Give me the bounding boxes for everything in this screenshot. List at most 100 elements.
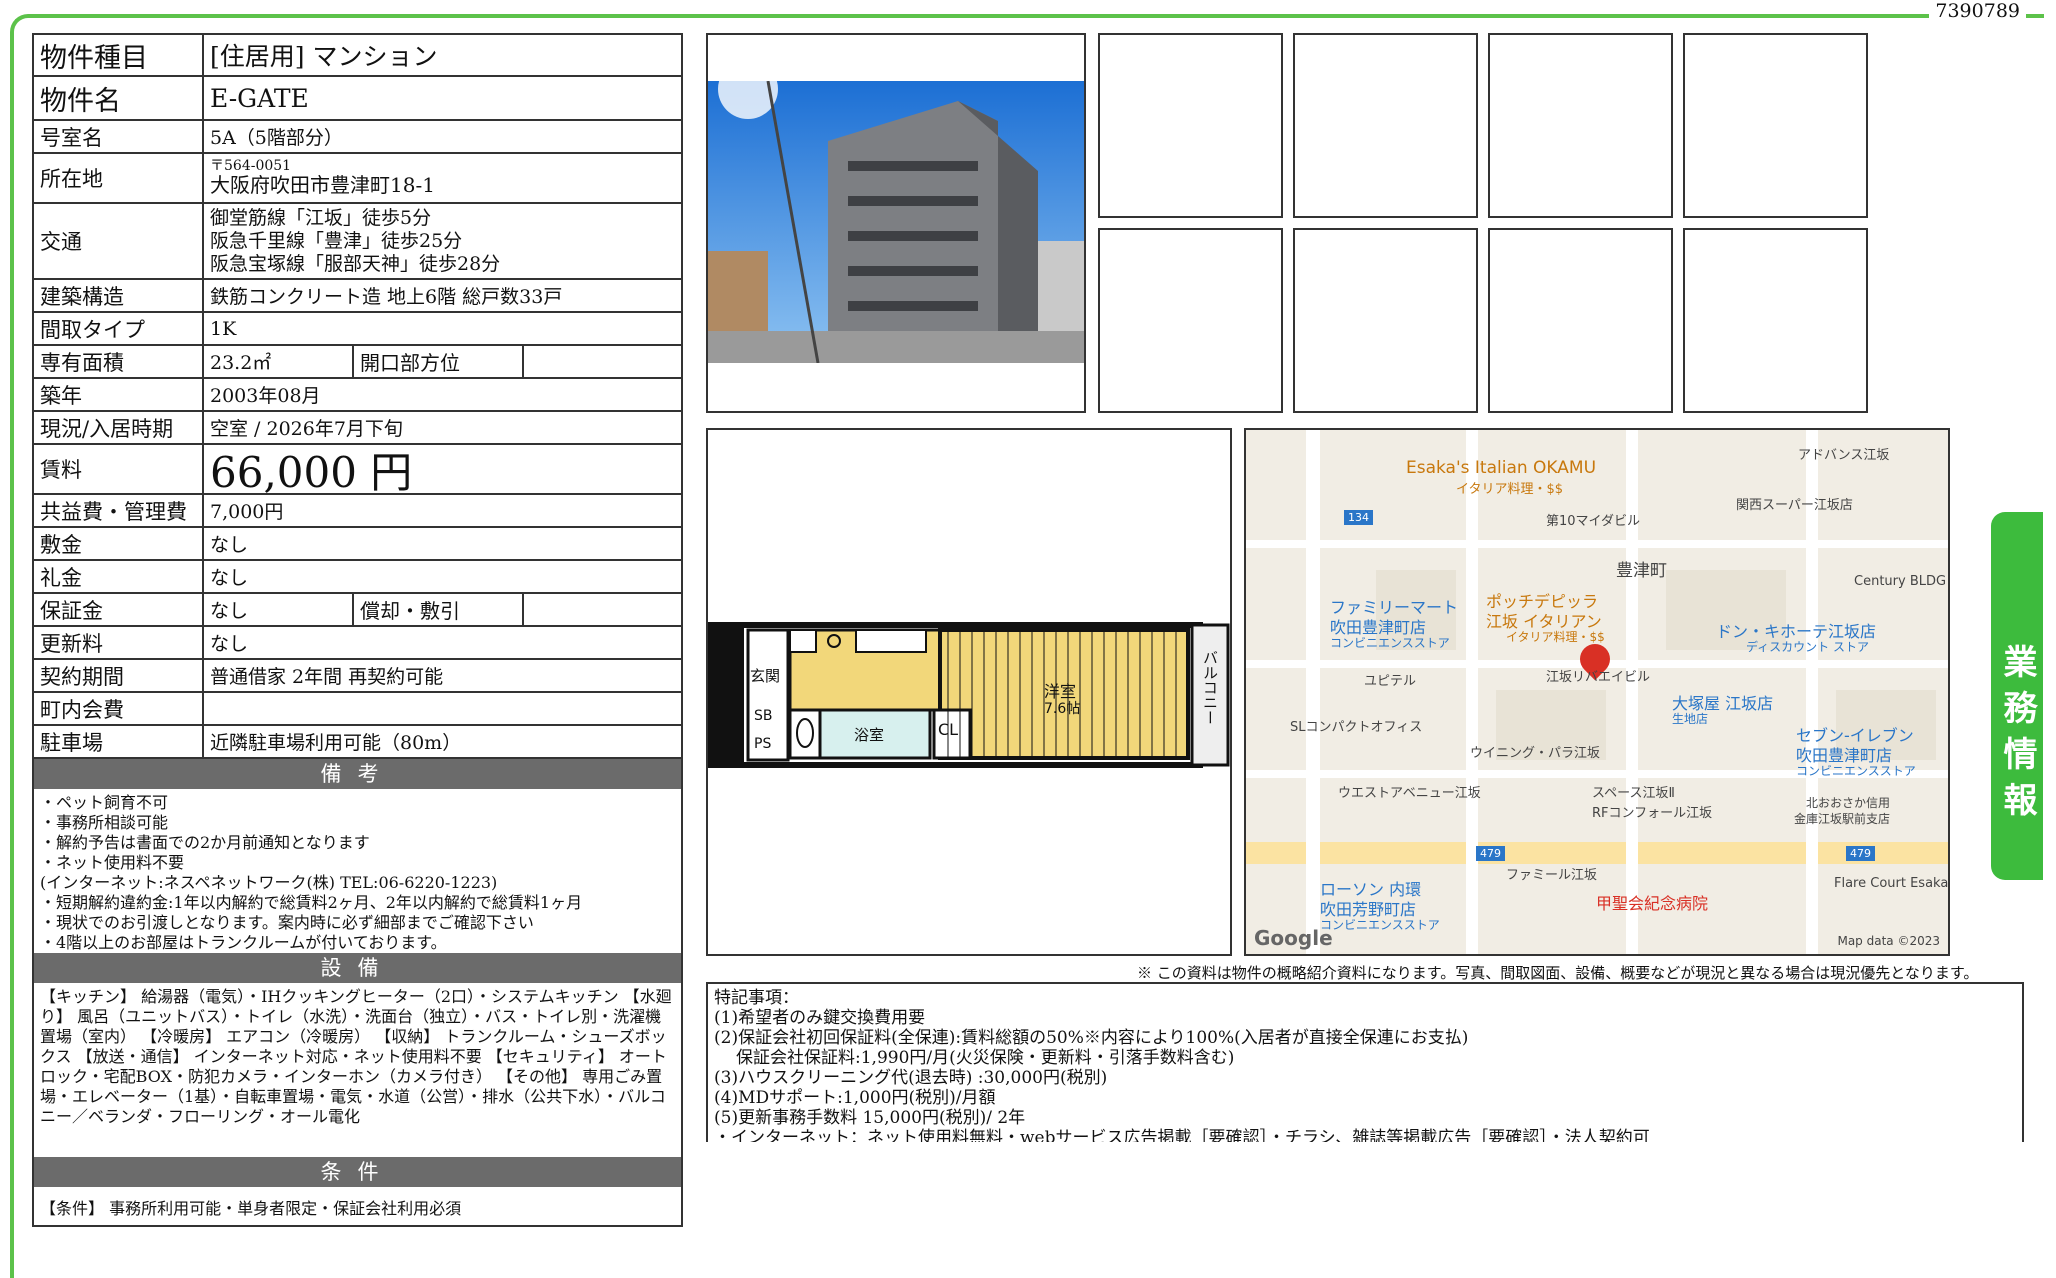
row-parking: 駐車場 近隣駐車場利用可能（80m） [34,726,681,759]
row-property-type: 物件種目 [住居用] マンション [34,35,681,77]
map-label: ウエストアベニュー江坂 [1338,786,1481,801]
map-label: ディスカウント ストア [1746,640,1869,654]
value: 2003年08月 [210,385,321,407]
equipment-heading: 設備 [34,953,681,983]
property-info-table: 物件種目 [住居用] マンション 物件名 E-GATE 号室名 5A（5階部分）… [32,33,683,1227]
remarks-heading: 備考 [34,759,681,789]
label: 建築構造 [34,280,204,311]
row-renewal: 更新料 なし [34,627,681,660]
map-label: コンビニエンスストア [1796,764,1916,778]
row-structure: 建築構造 鉄筋コンクリート造 地上6階 総戸数33戸 [34,280,681,313]
road-number: 479 [1476,846,1505,861]
page-id: 7390789 [1929,0,2026,22]
special-notes: 特記事項： (1)希望者のみ鍵交換費用要 (2)保証会社初回保証料(全保連):賃… [706,982,2024,1142]
map-label: 金庫江坂駅前支店 [1794,812,1891,826]
label: 契約期間 [34,660,204,691]
access-line: 阪急宝塚線「服部天神」徒歩28分 [210,252,501,275]
conditions-body: 【条件】 事務所利用可能・単身者限定・保証会社利用必須 [40,1199,462,1218]
photo-thumbnail[interactable] [1098,228,1283,413]
road-number: 479 [1846,846,1875,861]
map-label: SLコンパクトオフィス [1290,720,1423,735]
room-label-balcony: バルコニー [1201,650,1219,725]
label: 所在地 [34,154,204,202]
postal-code: 〒564-0051 [210,158,292,174]
map-label: 甲聖会紀念病院 [1596,894,1709,913]
conditions-heading: 条件 [34,1157,681,1187]
map-label: 江坂リバエイビル [1546,670,1651,685]
photo-thumbnail[interactable] [1683,33,1868,218]
remark-line: ・4階以上のお部屋はトランクルームが付いております。 [40,933,447,952]
label: 現況/入居時期 [34,412,204,443]
map-label: 北おおさか信用 [1806,796,1891,810]
value: なし [210,567,249,589]
value: E-GATE [210,83,309,113]
area-map[interactable]: Esaka's Italian OKAMU イタリア料理・$$ アドバンス江坂 … [1244,428,1950,956]
photo-thumbnail[interactable] [1293,228,1478,413]
orientation-value [524,346,681,377]
remarks-body: ・ペット飼育不可 ・事務所相談可能 ・解約予告は書面での2か月前通知となります … [34,789,681,953]
photo-thumbnail[interactable] [1683,228,1868,413]
room-label-bath: 浴室 [854,726,885,744]
amortization-value [524,594,681,625]
row-address: 所在地 〒564-0051 大阪府吹田市豊津町18-1 [34,154,681,204]
side-tab-business-info[interactable]: 業務情報 [1991,512,2043,880]
map-label: コンビニエンスストア [1330,636,1450,650]
value: なし [210,534,249,556]
photo-thumbnail[interactable] [1098,33,1283,218]
notes-line: (1)希望者のみ鍵交換費用要 [714,1008,926,1028]
label: 物件名 [34,77,204,119]
map-label: コンビニエンスストア [1320,918,1440,932]
remark-line: ・短期解約違約金:1年以内解約で総賃料2ヶ月、2年以内解約で総賃料1ヶ月 [40,893,583,912]
orientation-label: 開口部方位 [354,346,524,377]
remark-line: ・解約予告は書面での2か月前通知となります [40,833,370,852]
value: 近隣駐車場利用可能（80m） [210,732,462,754]
label: 共益費・管理費 [34,495,204,526]
label: 賃料 [34,445,204,493]
access-line: 御堂筋線「江坂」徒歩5分 [210,206,432,229]
room-label-western-size: 7.6帖 [1044,701,1081,717]
map-label: 関西スーパー江坂店 [1736,498,1853,513]
map-label: 第10マイダビル [1546,514,1641,529]
building-photo-frame [706,33,1086,413]
map-label: 生地店 [1672,712,1709,726]
label: 号室名 [34,121,204,152]
value: 普通借家 2年間 再契約可能 [210,666,444,688]
photo-thumbnail[interactable] [1488,33,1673,218]
rent-value: 66,000 円 [210,447,413,497]
row-deposit: 敷金 なし [34,528,681,561]
map-label: Esaka's Italian OKAMU [1406,458,1597,478]
map-attribution: Map data ©2023 [1837,934,1940,948]
map-label: アドバンス江坂 [1798,448,1890,463]
row-town-fee: 町内会費 [34,693,681,726]
row-key-money: 礼金 なし [34,561,681,594]
row-layout: 間取タイプ 1K [34,313,681,346]
notes-line: (2)保証会社初回保証料(全保連):賃料総額の50%※内容により100%(入居者… [714,1028,1469,1048]
room-label-ps: PS [754,736,772,752]
label: 築年 [34,379,204,410]
notes-line: 保証会社保証料:1,990円/月(火災保険・更新料・引落手数料含む) [736,1048,1235,1068]
photo-thumbnail[interactable] [1488,228,1673,413]
room-label-closet: CL [938,720,959,739]
row-room-no: 号室名 5A（5階部分） [34,121,681,154]
google-logo: Google [1254,926,1333,950]
room-label-sb: SB [754,708,773,724]
label: 更新料 [34,627,204,658]
label: 敷金 [34,528,204,559]
remark-line: ・現状でのお引渡しとなります。案内時に必ず細部までご確認下さい [40,913,534,932]
notes-line: 特記事項： [714,988,799,1008]
area-value: 23.2㎡ [204,346,354,377]
photo-thumbnail[interactable] [1293,33,1478,218]
row-contract: 契約期間 普通借家 2年間 再契約可能 [34,660,681,693]
row-rent: 賃料 66,000 円 [34,445,681,497]
value: 7,000円 [210,501,284,523]
label: 物件種目 [34,35,204,75]
value: 1K [210,317,237,340]
row-access: 交通 御堂筋線「江坂」徒歩5分 阪急千里線「豊津」徒歩25分 阪急宝塚線「服部天… [34,204,681,280]
value: 鉄筋コンクリート造 地上6階 総戸数33戸 [210,286,563,308]
label: 町内会費 [34,693,204,724]
address-value: 大阪府吹田市豊津町18-1 [210,173,435,197]
building-photo [708,81,1084,363]
map-label: イタリア料理・$$ [1456,482,1564,497]
label: 礼金 [34,561,204,592]
row-property-name: 物件名 E-GATE [34,77,681,121]
